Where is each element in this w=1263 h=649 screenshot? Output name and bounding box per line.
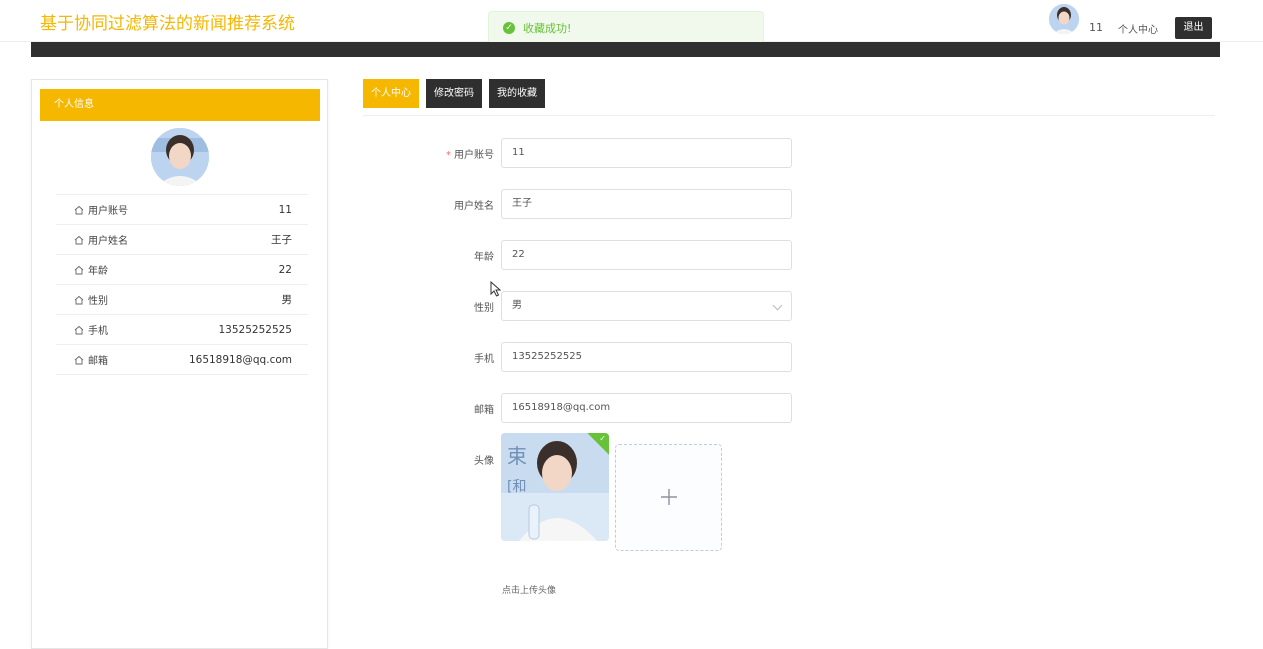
gender-selected-value: 男 (512, 300, 522, 311)
nav-bar (31, 42, 1220, 57)
uploaded-avatar-preview[interactable]: 束 [和 ✓ (501, 433, 609, 541)
profile-tabs: 个人中心 修改密码 我的收藏 (363, 79, 552, 108)
personal-center-link[interactable]: 个人中心 (1118, 21, 1158, 36)
profile-info-list: 用户账号 11 用户姓名 王子 年龄 22 性别 男 手机 1352525252… (56, 194, 308, 375)
required-mark: * (446, 150, 451, 161)
info-value: 王子 (271, 234, 292, 246)
account-label: * 用户账号 (446, 150, 494, 161)
info-row-email: 邮箱 16518918@qq.com (56, 345, 308, 375)
avatar-upload-button[interactable] (615, 444, 722, 551)
tab-personal-center[interactable]: 个人中心 (363, 79, 419, 108)
check-icon: ✓ (599, 434, 606, 443)
upload-hint: 点击上传头像 (502, 586, 557, 596)
header-avatar[interactable] (1049, 4, 1079, 34)
home-icon (74, 325, 84, 334)
phone-label: 手机 (474, 354, 494, 365)
toast-message: 收藏成功! (523, 22, 572, 35)
info-row-phone: 手机 13525252525 (56, 315, 308, 345)
phone-input[interactable]: 13525252525 (501, 342, 792, 372)
header-username: 11 (1089, 21, 1103, 34)
gender-select[interactable]: 男 (501, 291, 792, 321)
info-value: 11 (278, 203, 292, 216)
info-row-age: 年龄 22 (56, 255, 308, 285)
avatar-label: 头像 (474, 456, 494, 467)
info-key-label: 年龄 (88, 266, 108, 277)
info-key-label: 用户账号 (88, 206, 128, 217)
avatar-image (1049, 4, 1079, 34)
svg-text:[和: [和 (507, 479, 526, 495)
logout-button[interactable]: 退出 (1175, 17, 1212, 39)
profile-card: 个人信息 用户账号 11 用户姓名 王子 年龄 22 性别 男 手机 13525… (31, 79, 328, 649)
info-key-label: 手机 (88, 326, 108, 337)
info-value: 男 (281, 294, 293, 306)
home-icon (74, 235, 84, 244)
home-icon (74, 265, 84, 274)
home-icon (74, 355, 84, 364)
tab-change-password[interactable]: 修改密码 (426, 79, 482, 108)
account-input[interactable]: 11 (501, 138, 792, 168)
info-row-gender: 性别 男 (56, 285, 308, 315)
info-key-label: 性别 (88, 296, 108, 307)
home-icon (74, 295, 84, 304)
name-input[interactable]: 王子 (501, 189, 792, 219)
site-title: 基于协同过滤算法的新闻推荐系统 (40, 14, 295, 34)
plus-icon (661, 489, 677, 505)
gender-label: 性别 (474, 303, 494, 314)
info-key-label: 邮箱 (88, 356, 108, 367)
tab-my-favorites[interactable]: 我的收藏 (489, 79, 545, 108)
avatar-image: 束 [和 (501, 433, 609, 541)
avatar-image (151, 128, 209, 186)
success-toast: ✓ 收藏成功! (488, 11, 764, 45)
profile-avatar (151, 128, 209, 186)
info-value: 13525252525 (218, 323, 293, 336)
info-key-label: 用户姓名 (88, 236, 128, 247)
info-row-account: 用户账号 11 (56, 195, 308, 225)
check-circle-icon: ✓ (503, 22, 515, 34)
tab-divider (363, 115, 1215, 116)
info-row-name: 用户姓名 王子 (56, 225, 308, 255)
email-input[interactable]: 16518918@qq.com (501, 393, 792, 423)
email-label: 邮箱 (474, 405, 494, 416)
age-input[interactable]: 22 (501, 240, 792, 270)
chevron-down-icon (772, 300, 783, 311)
profile-card-title: 个人信息 (40, 89, 320, 121)
svg-text:束: 束 (507, 444, 527, 468)
home-icon (74, 205, 84, 214)
name-label: 用户姓名 (454, 201, 494, 212)
mouse-cursor-icon (490, 281, 502, 297)
age-label: 年龄 (474, 252, 494, 263)
info-value: 16518918@qq.com (188, 353, 292, 366)
info-value: 22 (278, 263, 292, 276)
